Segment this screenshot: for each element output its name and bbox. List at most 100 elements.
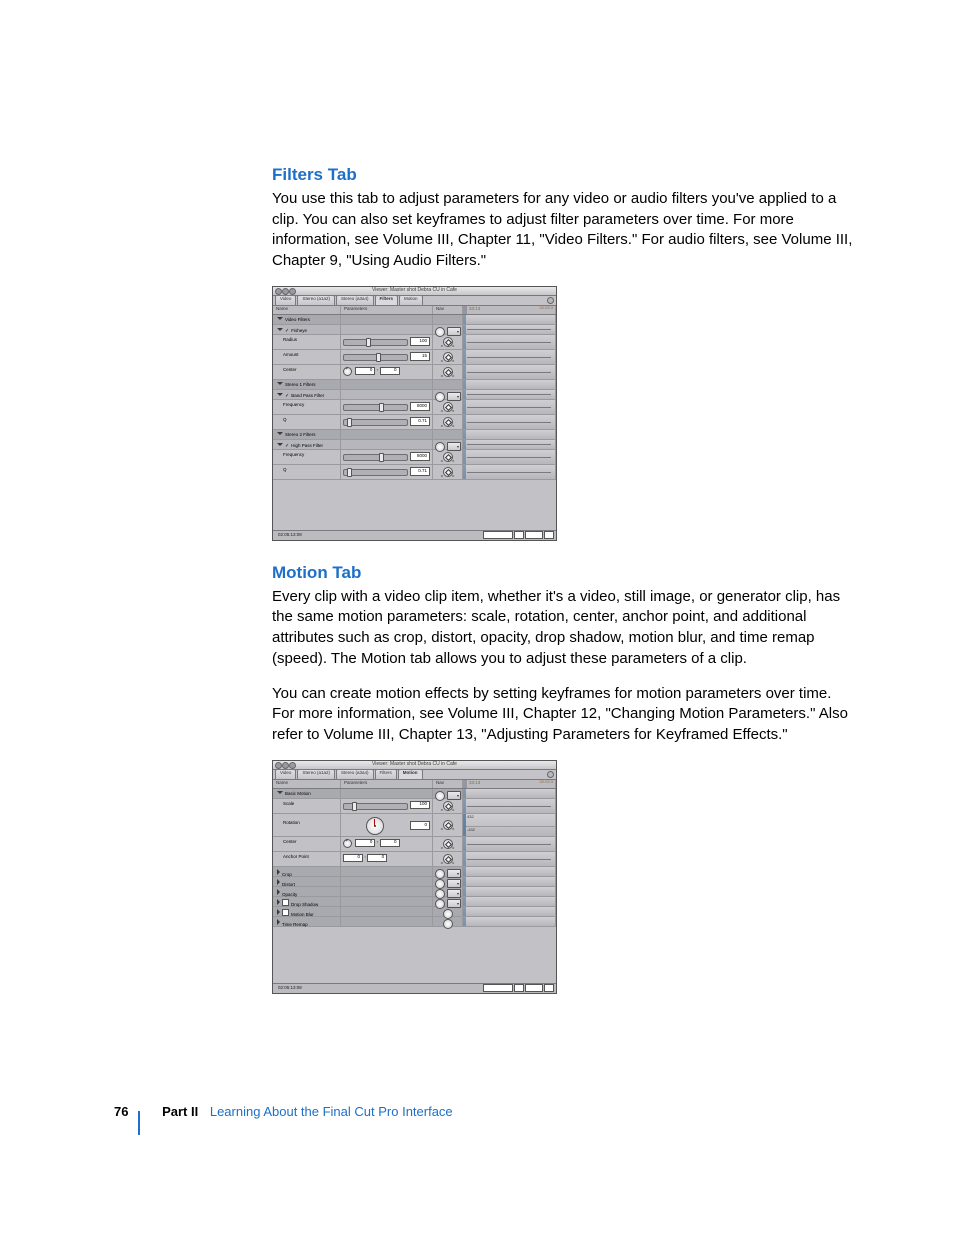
value-field[interactable]: 0.71: [410, 467, 430, 476]
next-keyframe-icon[interactable]: ▸: [453, 473, 455, 478]
tab-stereo-a1a2[interactable]: Stereo (a1a2): [297, 769, 335, 779]
keyframe-track[interactable]: [463, 415, 556, 429]
filter-group-row[interactable]: Stereo 1 Filters: [273, 380, 556, 390]
jog-control[interactable]: [525, 531, 543, 539]
value-slider[interactable]: [343, 454, 408, 461]
prev-keyframe-icon[interactable]: ◂: [440, 845, 442, 850]
disclosure-icon[interactable]: [277, 899, 280, 905]
prev-keyframe-icon[interactable]: ◂: [440, 343, 442, 348]
pinch-icon[interactable]: [547, 771, 554, 778]
add-keyframe-button[interactable]: [443, 452, 453, 462]
tab-video[interactable]: Video: [275, 769, 296, 779]
keyframe-track[interactable]: [463, 325, 556, 334]
prev-keyframe-icon[interactable]: ◂: [440, 408, 442, 413]
next-keyframe-icon[interactable]: ▸: [453, 845, 455, 850]
add-keyframe-button[interactable]: [443, 467, 453, 477]
keyframe-track[interactable]: [463, 450, 556, 464]
value-y-field[interactable]: 0: [367, 854, 387, 863]
collapsed-group-row[interactable]: Motion Blur: [273, 907, 556, 917]
value-slider[interactable]: [343, 354, 408, 361]
disclosure-icon[interactable]: [277, 879, 280, 885]
keyframe-track[interactable]: [463, 315, 556, 324]
prev-keyframe-icon[interactable]: ◂: [440, 458, 442, 463]
add-keyframe-button[interactable]: [443, 352, 453, 362]
value-slider[interactable]: [343, 404, 408, 411]
next-keyframe-icon[interactable]: ▸: [453, 343, 455, 348]
step-back-icon[interactable]: [514, 984, 524, 992]
collapsed-group-row[interactable]: Time Remap: [273, 917, 556, 927]
tab-stereo-a3a4[interactable]: Stereo (a3a4): [336, 769, 374, 779]
disclosure-icon[interactable]: [277, 791, 283, 794]
step-fwd-icon[interactable]: [544, 984, 554, 992]
enable-checkbox[interactable]: [282, 899, 289, 906]
tab-video[interactable]: Video: [275, 295, 296, 305]
keyframe-track[interactable]: [463, 465, 556, 479]
add-keyframe-button[interactable]: [443, 337, 453, 347]
keyframe-track[interactable]: [463, 897, 556, 906]
value-y-field[interactable]: 0: [380, 839, 400, 848]
next-keyframe-icon[interactable]: ▸: [453, 408, 455, 413]
next-keyframe-icon[interactable]: ▸: [453, 826, 455, 831]
close-icon[interactable]: [275, 288, 282, 295]
disclosure-icon[interactable]: [277, 909, 280, 915]
point-picker-icon[interactable]: [343, 367, 352, 376]
jog-control[interactable]: [525, 984, 543, 992]
disclosure-icon[interactable]: [277, 889, 280, 895]
rotation-dial[interactable]: [366, 817, 384, 835]
minimize-icon[interactable]: [282, 762, 289, 769]
zoom-icon[interactable]: [289, 762, 296, 769]
reset-button[interactable]: [443, 919, 453, 929]
add-keyframe-button[interactable]: [443, 417, 453, 427]
tab-motion[interactable]: Motion: [399, 295, 423, 305]
disclosure-icon[interactable]: [277, 919, 280, 925]
keyframe-track[interactable]: [463, 917, 556, 926]
disclosure-icon[interactable]: [277, 393, 283, 396]
keyframe-track[interactable]: [463, 877, 556, 886]
tab-filters[interactable]: Filters: [375, 769, 397, 779]
keyframe-track[interactable]: [463, 380, 556, 389]
value-x-field[interactable]: 0: [355, 367, 375, 376]
tab-filters[interactable]: Filters: [375, 295, 399, 305]
value-field[interactable]: 8000: [410, 402, 430, 411]
keyframe-track[interactable]: [463, 350, 556, 364]
value-slider[interactable]: [343, 803, 408, 810]
add-keyframe-button[interactable]: [443, 854, 453, 864]
keyframe-track[interactable]: [463, 907, 556, 916]
keyframe-track[interactable]: [463, 400, 556, 414]
disclosure-icon[interactable]: [277, 869, 280, 875]
zoom-slider[interactable]: [483, 531, 513, 539]
zoom-slider[interactable]: [483, 984, 513, 992]
tab-stereo-a1a2[interactable]: Stereo (a1a2): [297, 295, 335, 305]
value-slider[interactable]: [343, 469, 408, 476]
disclosure-icon[interactable]: [277, 328, 283, 331]
step-fwd-icon[interactable]: [544, 531, 554, 539]
keyframe-track[interactable]: [463, 799, 556, 813]
tab-stereo-a3a4[interactable]: Stereo (a3a4): [336, 295, 374, 305]
keyframe-track[interactable]: [463, 335, 556, 349]
keyframe-track[interactable]: [463, 837, 556, 851]
prev-keyframe-icon[interactable]: ◂: [440, 373, 442, 378]
collapsed-group-row[interactable]: Crop: [273, 867, 556, 877]
prev-keyframe-icon[interactable]: ◂: [440, 860, 442, 865]
basic-motion-row[interactable]: Basic Motion: [273, 789, 556, 799]
keyframe-track[interactable]: [463, 430, 556, 439]
add-keyframe-button[interactable]: [443, 367, 453, 377]
value-field[interactable]: 100: [410, 337, 430, 346]
collapsed-group-row[interactable]: Distort: [273, 877, 556, 887]
value-field[interactable]: 100: [410, 801, 430, 810]
tab-motion[interactable]: Motion: [398, 769, 423, 779]
current-timecode[interactable]: 02:05:13:08: [273, 984, 346, 993]
value-field[interactable]: 15: [410, 352, 430, 361]
effect-row[interactable]: ✓High Pass Filter: [273, 440, 556, 450]
keyframe-track[interactable]: [463, 887, 556, 896]
collapsed-group-row[interactable]: Drop Shadow: [273, 897, 556, 907]
keyframe-track[interactable]: [463, 440, 556, 449]
current-timecode[interactable]: 02:05:13:08: [273, 531, 346, 540]
enable-checkmark-icon[interactable]: ✓: [285, 329, 289, 334]
add-keyframe-button[interactable]: [443, 801, 453, 811]
value-y-field[interactable]: 0: [380, 367, 400, 376]
next-keyframe-icon[interactable]: ▸: [453, 373, 455, 378]
enable-checkbox[interactable]: [282, 909, 289, 916]
keyframe-track[interactable]: [463, 867, 556, 876]
enable-checkmark-icon[interactable]: ✓: [285, 394, 289, 399]
